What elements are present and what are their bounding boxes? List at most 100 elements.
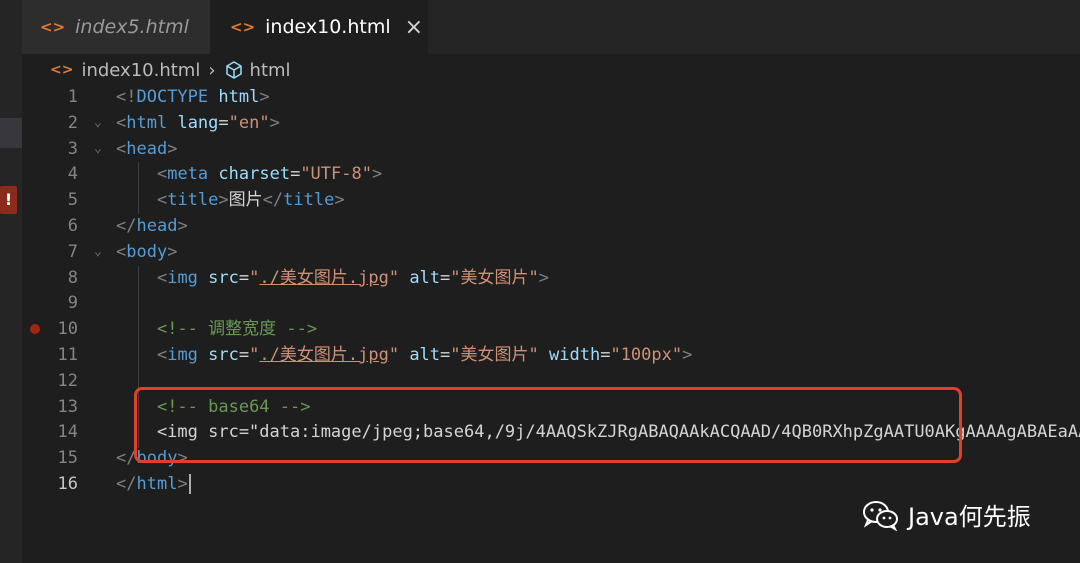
code-text: <!DOCTYPE html> bbox=[116, 84, 270, 110]
code-line[interactable]: 13 <!-- base64 --> bbox=[22, 394, 1080, 420]
tab-index10[interactable]: <> index10.html × bbox=[210, 0, 428, 54]
code-text: <!-- base64 --> bbox=[116, 394, 311, 420]
text-cursor bbox=[188, 474, 191, 494]
activity-item-highlight[interactable] bbox=[0, 118, 22, 148]
code-token: = bbox=[440, 345, 451, 365]
code-token: = bbox=[238, 267, 250, 288]
line-number: 4 bbox=[67, 164, 78, 185]
code-token: body bbox=[136, 448, 178, 469]
code-text: <meta charset="UTF-8"> bbox=[116, 161, 382, 187]
code-token: "100px" bbox=[610, 345, 683, 365]
breadcrumb-symbol[interactable]: html bbox=[250, 60, 291, 81]
code-line[interactable]: 2 ⌄ <html lang="en"> bbox=[22, 110, 1080, 136]
code-token: width bbox=[549, 345, 601, 365]
line-number: 12 bbox=[57, 370, 78, 391]
tab-index5[interactable]: <> index5.html bbox=[22, 0, 210, 54]
fold-chevron-icon[interactable]: ⌄ bbox=[94, 239, 102, 265]
code-line[interactable]: 6 </head> bbox=[22, 213, 1080, 239]
code-line[interactable]: 5 <title>图片</title> bbox=[22, 187, 1080, 213]
code-line[interactable]: 1 <!DOCTYPE html> bbox=[22, 84, 1080, 110]
code-token: alt bbox=[409, 345, 441, 365]
code-editor[interactable]: 1 <!DOCTYPE html> 2 ⌄ <html lang="en"> 3 ⌄ <hea… bbox=[22, 84, 1080, 563]
code-text: <html lang="en"> bbox=[116, 110, 280, 136]
code-text: <img src="data:image/jpeg;base64,/9j/4AA… bbox=[116, 419, 1080, 445]
code-token: <!-- base64 --> bbox=[156, 396, 311, 417]
code-token: img bbox=[167, 345, 198, 365]
code-line[interactable]: 12 bbox=[22, 368, 1080, 394]
code-token: alt bbox=[409, 267, 441, 288]
code-line[interactable]: 14 <img src="data:image/jpeg;base64,/9j/… bbox=[22, 419, 1080, 445]
code-token: > bbox=[371, 164, 383, 185]
code-token: > bbox=[177, 448, 188, 469]
line-number: 1 bbox=[67, 87, 78, 107]
code-line[interactable]: 4 <meta charset="UTF-8"> bbox=[22, 161, 1080, 187]
fold-chevron-icon[interactable]: ⌄ bbox=[94, 110, 102, 136]
code-token: > bbox=[167, 241, 178, 262]
code-token: < bbox=[116, 112, 127, 133]
line-number: 13 bbox=[57, 396, 78, 417]
code-token: head bbox=[126, 138, 168, 159]
code-token: " bbox=[249, 267, 260, 288]
breadcrumb-file[interactable]: index10.html bbox=[81, 60, 200, 81]
problems-indicator[interactable]: ! bbox=[0, 186, 17, 214]
code-token: </ bbox=[116, 474, 137, 494]
code-line[interactable]: 11 <img src="./美女图片.jpg" alt="美女图片" widt… bbox=[22, 342, 1080, 368]
code-token: lang bbox=[177, 112, 219, 133]
tab-label: index5.html bbox=[75, 16, 189, 38]
line-number: 15 bbox=[57, 448, 78, 469]
code-line[interactable]: 15 </body> bbox=[22, 445, 1080, 471]
line-number: 5 bbox=[67, 190, 78, 211]
code-token: "UTF-8" bbox=[300, 164, 372, 185]
activity-strip: ! bbox=[0, 0, 22, 563]
code-token: < bbox=[116, 241, 127, 262]
tab-bar: <> index5.html <> index10.html × bbox=[22, 0, 1080, 54]
code-token: title bbox=[283, 190, 335, 211]
line-number: 2 bbox=[67, 112, 78, 133]
code-token: html bbox=[136, 474, 178, 494]
line-number: 3 bbox=[67, 138, 78, 159]
code-text: <body> bbox=[116, 239, 177, 265]
code-file-icon: <> bbox=[40, 18, 66, 36]
fold-chevron-icon[interactable]: ⌄ bbox=[94, 136, 102, 162]
code-line[interactable]: 8 <img src="./美女图片.jpg" alt="美女图片"> bbox=[22, 265, 1080, 291]
code-line[interactable]: 10 <!-- 调整宽度 --> bbox=[22, 316, 1080, 342]
code-text: </head> bbox=[116, 213, 188, 239]
code-token: > bbox=[177, 474, 188, 494]
code-text: </body> bbox=[116, 445, 188, 471]
code-token: ./美女图片.jpg bbox=[259, 345, 389, 365]
code-line[interactable]: 16 </html> bbox=[22, 471, 1080, 497]
close-icon[interactable]: × bbox=[405, 15, 423, 40]
code-line[interactable]: 9 bbox=[22, 290, 1080, 316]
code-line[interactable]: 7 ⌄ <body> bbox=[22, 239, 1080, 265]
code-token: </ bbox=[116, 216, 137, 236]
line-number: 10 bbox=[57, 319, 78, 340]
code-text: <img src="./美女图片.jpg" alt="美女图片" width="… bbox=[116, 342, 692, 368]
line-number: 8 bbox=[67, 267, 78, 288]
code-token: > bbox=[334, 190, 345, 211]
code-text: <!-- 调整宽度 --> bbox=[116, 316, 317, 342]
code-token: "美女图片" bbox=[450, 345, 539, 365]
cube-icon bbox=[225, 61, 242, 79]
code-token: </ bbox=[116, 448, 137, 469]
line-number: 9 bbox=[67, 293, 78, 314]
code-token: title bbox=[167, 190, 219, 211]
code-token: <!-- 调整宽度 --> bbox=[156, 319, 318, 340]
code-token: html bbox=[126, 112, 168, 133]
code-token: = bbox=[238, 345, 250, 365]
tab-label: index10.html bbox=[265, 16, 391, 38]
code-token: = bbox=[290, 164, 301, 185]
code-token: head bbox=[136, 216, 178, 236]
watermark-text: Java何先振 bbox=[908, 503, 1031, 531]
line-number: 7 bbox=[67, 241, 78, 262]
code-token: "en" bbox=[228, 112, 270, 133]
line-number: 6 bbox=[67, 216, 78, 236]
code-token: html bbox=[218, 87, 260, 107]
code-line[interactable]: 3 ⌄ <head> bbox=[22, 136, 1080, 162]
code-token: 图片 bbox=[228, 190, 263, 211]
line-number: 14 bbox=[57, 422, 78, 443]
